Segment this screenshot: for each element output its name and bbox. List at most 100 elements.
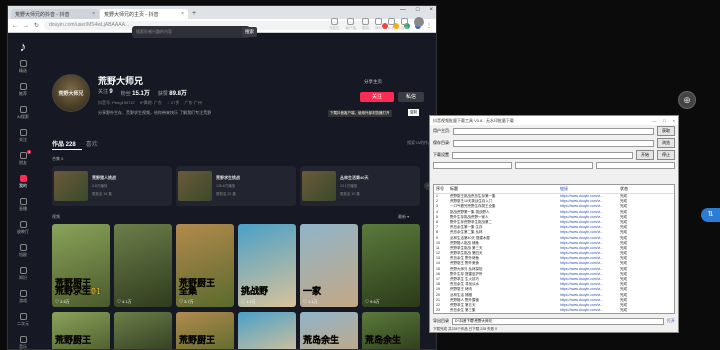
message-button[interactable]: 私信 — [398, 92, 424, 102]
video-card[interactable] — [238, 312, 296, 349]
floating-assistant-icon[interactable]: ⊕ — [678, 91, 696, 109]
video-card[interactable]: 荒野厨王 全集♡ 3.7万一口气看完荒野生存厨王... — [176, 224, 234, 307]
video-card[interactable]: 荒野厨王 荒野求生01♡ 2.5万荒野厨王挑战荒岛生存第一... — [52, 224, 110, 307]
sidebar-item[interactable]: 知识 — [8, 267, 38, 281]
tiktok-logo-icon[interactable]: ♪ — [8, 39, 38, 54]
menu-icon[interactable]: ⋮ — [426, 22, 432, 29]
sidebar-item[interactable]: 短剧 — [8, 244, 38, 258]
collection-card[interactable]: 荒野猎人挑战 3.8万播放 更新至 16 集 — [52, 166, 172, 206]
back-icon[interactable]: ← — [12, 23, 18, 29]
forward-icon[interactable]: → — [23, 23, 29, 29]
sidebar-item[interactable]: 游戏 — [8, 290, 38, 304]
video-card[interactable]: 荒岛余生 — [300, 312, 358, 349]
stat-following[interactable]: 关注 9 — [98, 88, 113, 97]
collection-card[interactable]: 丛林生活第40天 23.1万播放 更新至 10 集 — [300, 166, 420, 206]
copy-button[interactable]: 复制 — [408, 109, 419, 116]
settings-input[interactable] — [452, 151, 633, 159]
sidebar-item[interactable]: AI搜索 — [8, 106, 38, 120]
browser-tab-2[interactable]: 荒野大师兄的主页 - 抖音 × — [100, 9, 188, 19]
collections-heading: 合集 6 — [52, 156, 64, 161]
export-path-input[interactable]: D:\抖音下载\荒野大师兄 — [452, 318, 664, 325]
search-input[interactable]: 搜索你感兴趣的内容 — [132, 26, 250, 38]
user-url-input[interactable] — [453, 127, 654, 135]
top-nav-item[interactable]: 私信 — [388, 18, 395, 31]
sidebar-item[interactable]: 关注 — [8, 129, 38, 143]
nav-icon — [388, 18, 395, 25]
avatar[interactable]: 荒野大师兄 — [52, 74, 90, 112]
profile-info: 抖音号: Peng190727 IP属地: 广东 ♂ 27岁 广东·广州 — [98, 100, 202, 106]
top-nav-item[interactable]: 通知 — [375, 18, 382, 31]
video-card[interactable] — [114, 312, 172, 349]
nav-icon — [19, 175, 27, 182]
top-nav-label: 私信 — [388, 26, 395, 30]
like-count: ♡ 1.1万 — [303, 299, 318, 304]
new-tab-icon[interactable]: + — [192, 10, 196, 17]
browse-button[interactable]: 浏览 — [657, 138, 675, 148]
collections-row: 荒野猎人挑战 3.8万播放 更新至 16 集 荒野求生挑战 136.6万播放 更新至 22… — [52, 166, 432, 206]
search-button[interactable]: 搜索 — [242, 27, 257, 37]
sidebar-item[interactable]: 音乐 — [8, 336, 38, 349]
stat-followers[interactable]: 粉丝 15.1万 — [121, 88, 150, 97]
top-nav-item[interactable]: 投稿 — [401, 18, 408, 31]
share-profile-button[interactable]: 分享主页 — [364, 79, 382, 85]
video-card[interactable]: 荒岛余生 — [362, 312, 420, 349]
video-card[interactable]: 挑战野♡ 1.2万挑战荒野第一集 挑战野... — [238, 224, 296, 307]
column-header[interactable]: 链接 — [560, 186, 620, 192]
video-overlay-title: 挑战野 — [241, 286, 269, 296]
sidebar-item-label: 二次元 — [17, 321, 29, 326]
download-list[interactable]: 序号 标题 链接 状态 1 荒野厨王挑战荒岛生存第一集 https://www.do… — [433, 184, 675, 314]
stop-button[interactable]: 停止 — [657, 150, 675, 160]
sidebar-item[interactable]: 精选 — [8, 60, 38, 74]
start-button[interactable]: 开始 — [636, 150, 654, 160]
close-icon[interactable]: × — [92, 11, 95, 17]
column-header[interactable]: 标题 — [450, 186, 560, 192]
collection-card[interactable]: 荒野求生挑战 136.6万播放 更新至 22 集 — [176, 166, 296, 206]
close-icon[interactable]: × — [673, 116, 675, 125]
sidebar-item[interactable]: 朋友 1 — [8, 150, 38, 166]
sort-dropdown[interactable]: 最新 ▾ — [398, 214, 409, 220]
video-card[interactable]: ♡ 9.6万野外生存荒野求生挑战第... — [362, 224, 420, 307]
follow-button[interactable]: 关注 — [360, 92, 394, 102]
top-nav-item[interactable]: 壁纸 — [362, 18, 369, 31]
column-header[interactable]: 状态 — [620, 186, 660, 192]
close-icon[interactable]: × — [181, 11, 184, 17]
minimize-icon[interactable]: — — [400, 7, 406, 13]
close-window-icon[interactable]: × — [429, 7, 433, 13]
open-folder-link[interactable]: 打开 — [667, 318, 675, 325]
option-input[interactable] — [433, 162, 512, 169]
save-dir-input[interactable] — [453, 139, 654, 147]
top-nav-item[interactable]: 充钻石 — [329, 18, 340, 31]
options-row — [430, 161, 678, 170]
top-nav-item[interactable]: 客户端 — [346, 18, 356, 31]
column-header[interactable]: 序号 — [436, 186, 450, 192]
video-card[interactable]: 一家♡ 1.1万野外生存挑战荒野一家人... — [300, 224, 358, 307]
sidebar-item[interactable]: 二次元 — [8, 313, 38, 327]
browser-tab-1[interactable]: 荒野大师兄的抖音 - 抖音 × — [11, 9, 99, 19]
fetch-button[interactable]: 获取 — [657, 126, 675, 136]
tab-works[interactable]: 作品 228 — [52, 139, 76, 148]
sidebar-item[interactable]: 放映厅 — [8, 221, 38, 235]
minimize-icon[interactable]: — — [652, 116, 656, 125]
collection-sub: 更新至 10 集 — [340, 192, 360, 196]
video-card[interactable]: 荒野厨王 — [52, 312, 110, 349]
option-input[interactable] — [596, 162, 676, 169]
tab-likes[interactable]: 喜欢 — [86, 139, 98, 148]
sidebar-item[interactable]: 推荐 — [8, 83, 38, 97]
video-overlay-title: 一家 — [303, 286, 322, 296]
nav-icon — [19, 106, 27, 113]
user-avatar[interactable] — [414, 17, 424, 27]
video-overlay-title: 荒野厨王 全集 — [179, 278, 216, 296]
side-sync-icon[interactable]: ⇅ — [701, 208, 720, 222]
video-card[interactable]: 荒野厨王 — [176, 312, 234, 349]
collection-thumbnail — [178, 171, 212, 201]
sidebar-item[interactable]: 我的 — [8, 175, 38, 189]
collection-thumbnail — [54, 171, 88, 201]
maximize-icon[interactable]: □ — [416, 7, 420, 13]
collection-sub: 更新至 16 集 — [92, 192, 112, 196]
video-card[interactable]: ♡ 4.1万荒野厨王10天挑战生存入... — [114, 224, 172, 307]
table-row[interactable]: 24荒野大师兄 荒岛求生https://www.douyin.com/vi...… — [434, 313, 674, 314]
reload-icon[interactable]: ↻ — [34, 22, 39, 29]
sidebar-item[interactable]: 直播 — [8, 198, 38, 212]
maximize-icon[interactable]: □ — [663, 116, 665, 125]
option-input[interactable] — [514, 162, 594, 169]
